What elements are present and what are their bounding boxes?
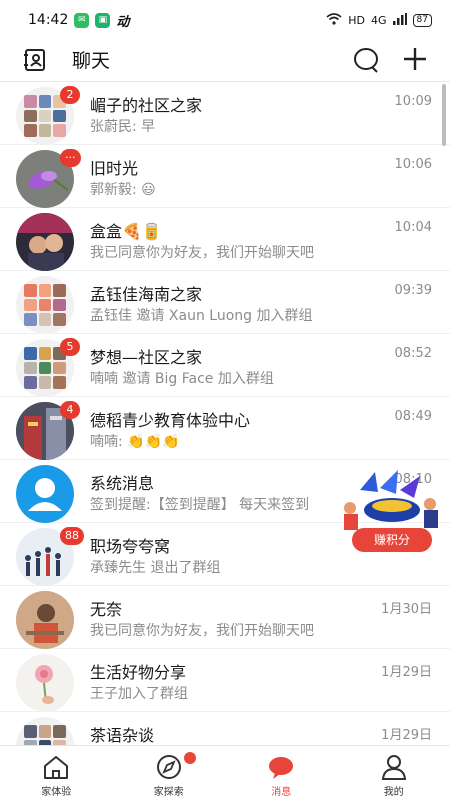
contacts-book-icon[interactable] xyxy=(24,48,48,72)
system-avatar xyxy=(16,465,74,523)
chat-name: 梦想—社区之家 xyxy=(90,348,203,367)
chat-time: 10:09 xyxy=(394,94,432,109)
chat-preview: 张蔚民: 早 xyxy=(90,119,156,135)
header: 聊天 xyxy=(0,40,450,82)
chat-preview: 喃喃: 👏👏👏 xyxy=(90,434,180,450)
chat-item[interactable]: 生活好物分享 王子加入了群组 1月29日 xyxy=(0,649,450,712)
user-avatar xyxy=(16,654,74,712)
status-time: 14:42 xyxy=(28,12,69,28)
chat-name: 盒盒🍕🥫 xyxy=(90,222,162,241)
scrollbar[interactable] xyxy=(442,84,446,146)
chat-item[interactable]: 茶语杂谈 1月29日 xyxy=(0,712,450,745)
page-title: 聊天 xyxy=(72,50,111,72)
signal-icon xyxy=(392,12,407,28)
chat-item[interactable]: 无奈 我已同意你为好友，我们开始聊天吧 1月30日 xyxy=(0,586,450,649)
nav-profile-label: 我的 xyxy=(383,787,404,798)
chat-item[interactable]: 2 嵋子的社区之家 张蔚民: 早 10:09 xyxy=(0,82,450,145)
wifi-icon xyxy=(326,12,342,28)
chat-preview: 王子加入了群组 xyxy=(90,686,188,702)
chat-bubble-icon[interactable] xyxy=(352,46,380,74)
group-avatar xyxy=(16,276,74,334)
user-profile-icon xyxy=(381,755,406,780)
chat-preview: 喃喃 邀请 Big Face 加入群组 xyxy=(90,371,274,387)
unread-badge: 2 xyxy=(60,86,80,104)
chat-name: 职场夸夸窝 xyxy=(90,537,171,556)
user-avatar xyxy=(16,591,74,649)
bottom-nav: 家体验 家探索 消息 我的 xyxy=(0,745,450,800)
app-notification-glyph: 动 xyxy=(116,14,130,30)
chat-item[interactable]: ··· 旧时光 郭新毅: 😃 10:06 xyxy=(0,145,450,208)
chat-time: 1月29日 xyxy=(381,665,432,680)
chat-time: 10:04 xyxy=(394,220,432,235)
group-avatar xyxy=(16,717,74,745)
chat-time: 1月29日 xyxy=(381,728,432,743)
nav-profile[interactable]: 我的 xyxy=(338,746,450,800)
unread-badge: 88 xyxy=(60,527,84,545)
app-notification-icon: ▣ xyxy=(95,12,111,28)
chat-time: 08:49 xyxy=(394,409,432,424)
network-type: HD xyxy=(348,13,366,27)
points-promo[interactable]: 赚积分 xyxy=(330,470,445,552)
wechat-notification-icon: ✉ xyxy=(74,12,90,28)
signal-type: 4G xyxy=(371,13,387,27)
chat-list: 2 嵋子的社区之家 张蔚民: 早 10:09 ··· 旧时光 郭新毅: 😃 10… xyxy=(0,82,450,745)
chat-name: 无奈 xyxy=(90,600,123,619)
chat-name: 系统消息 xyxy=(90,474,155,493)
chat-item[interactable]: 5 梦想—社区之家 喃喃 邀请 Big Face 加入群组 08:52 xyxy=(0,334,450,397)
chat-preview: 我已同意你为好友，我们开始聊天吧 xyxy=(90,245,314,261)
chat-preview: 郭新毅: 😃 xyxy=(90,182,156,198)
nav-messages[interactable]: 消息 xyxy=(225,746,338,800)
nav-home-label: 家体验 xyxy=(41,787,72,798)
unread-badge: 4 xyxy=(60,401,80,419)
add-icon[interactable] xyxy=(402,46,428,72)
chat-time: 08:52 xyxy=(394,346,432,361)
explore-notification-dot xyxy=(184,752,196,764)
chat-time: 1月30日 xyxy=(381,602,432,617)
nav-messages-label: 消息 xyxy=(271,787,292,798)
compass-icon xyxy=(156,755,181,779)
chat-time: 09:39 xyxy=(394,283,432,298)
chat-name: 茶语杂谈 xyxy=(90,726,155,745)
chat-item[interactable]: 盒盒🍕🥫 我已同意你为好友，我们开始聊天吧 10:04 xyxy=(0,208,450,271)
status-bar: 14:42 ✉ ▣ 动 HD 4G 87 xyxy=(0,0,450,40)
chat-name: 旧时光 xyxy=(90,159,139,178)
nav-explore-label: 家探索 xyxy=(153,787,184,798)
chat-preview: 我已同意你为好友，我们开始聊天吧 xyxy=(90,623,314,639)
chat-name: 嵋子的社区之家 xyxy=(90,96,203,115)
chat-preview: 承臻先生 退出了群组 xyxy=(90,560,221,576)
home-icon xyxy=(44,756,69,779)
earn-points-button[interactable]: 赚积分 xyxy=(352,528,432,552)
nav-home[interactable]: 家体验 xyxy=(0,746,113,800)
unread-badge: ··· xyxy=(60,149,81,167)
message-bubble-icon xyxy=(269,757,294,779)
unread-badge: 5 xyxy=(60,338,80,356)
battery-icon: 87 xyxy=(412,13,432,27)
chat-item[interactable]: 4 德稻青少教育体验中心 喃喃: 👏👏👏 08:49 xyxy=(0,397,450,460)
chat-time: 10:06 xyxy=(394,157,432,172)
chat-item[interactable]: 孟钰佳海南之家 孟钰佳 邀请 Xaun Luong 加入群组 09:39 xyxy=(0,271,450,334)
chat-name: 德稻青少教育体验中心 xyxy=(90,411,251,430)
chat-preview: 签到提醒:【签到提醒】 每天来签到 xyxy=(90,497,310,513)
chat-name: 生活好物分享 xyxy=(90,663,187,682)
chat-name: 孟钰佳海南之家 xyxy=(90,285,203,304)
user-avatar xyxy=(16,213,74,271)
nav-explore[interactable]: 家探索 xyxy=(113,746,226,800)
chat-preview: 孟钰佳 邀请 Xaun Luong 加入群组 xyxy=(90,308,313,324)
